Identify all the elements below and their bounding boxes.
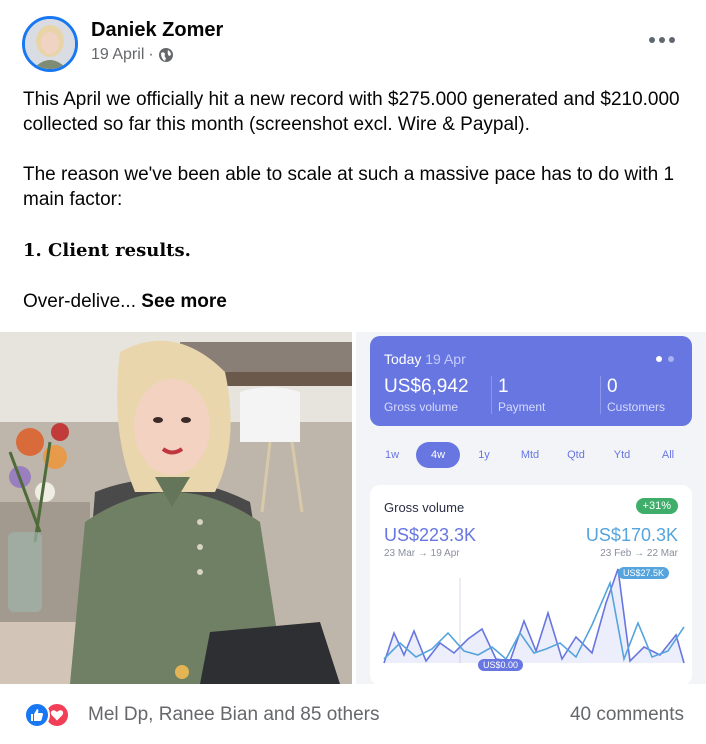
previous-value: US$170.3K (585, 525, 678, 545)
previous-range: 23 Feb → 22 Mar (600, 548, 678, 559)
range-4w[interactable]: 4w (416, 442, 460, 468)
stat-value: US$6,942 (384, 376, 469, 397)
current-period: US$223.3K 23 Mar → 19 Apr (384, 525, 476, 559)
reaction-names[interactable]: Mel Dp, Ranee Bian and 85 others (88, 704, 380, 726)
post-header: Daniek Zomer 19 April · (0, 0, 706, 80)
author-name[interactable]: Daniek Zomer (91, 19, 223, 42)
post-paragraph-2: The reason we've been able to scale at s… (23, 164, 675, 210)
stripe-dashboard-image[interactable]: Today 19 Apr US$6,942 Gross volume 1 Pay… (356, 332, 706, 684)
peak-label: US$27.5K (618, 567, 670, 579)
stat-label: Payment (498, 400, 546, 414)
more-options-icon[interactable] (648, 32, 676, 48)
comments-count[interactable]: 40 comments (570, 704, 684, 726)
today-text: Today (384, 351, 422, 367)
range-mtd[interactable]: Mtd (508, 442, 552, 468)
pager-dots (656, 356, 674, 362)
range-1w[interactable]: 1w (370, 442, 414, 468)
previous-period: US$170.3K 23 Feb → 22 Mar (586, 525, 678, 559)
post-date[interactable]: 19 April (91, 46, 144, 64)
stat-gross-volume: US$6,942 Gross volume (384, 376, 469, 414)
author-avatar[interactable] (22, 16, 78, 72)
like-icon (24, 702, 50, 728)
stat-label: Customers (607, 400, 666, 414)
post-paragraph-3: 1. Client results. (23, 240, 191, 261)
stat-label: Gross volume (384, 400, 459, 414)
stat-payment: 1 Payment (491, 376, 545, 414)
post-paragraph-4: Over-delive... See more (23, 289, 227, 314)
range-all[interactable]: All (646, 442, 690, 468)
post-paragraph-1: This April we officially hit a new recor… (23, 89, 680, 135)
stat-value: 0 (607, 376, 618, 397)
today-card: Today 19 Apr US$6,942 Gross volume 1 Pay… (370, 336, 692, 426)
today-label: Today 19 Apr (384, 351, 466, 367)
meta-separator: · (148, 46, 154, 63)
post-footer: Mel Dp, Ranee Bian and 85 others 40 comm… (0, 684, 706, 744)
range-1y[interactable]: 1y (462, 442, 506, 468)
current-range: 23 Mar → 19 Apr (384, 548, 460, 559)
range-selector: 1w 4w 1y Mtd Qtd Ytd All (370, 442, 692, 468)
stat-customers: 0 Customers (600, 376, 665, 414)
gross-volume-title: Gross volume (384, 500, 465, 515)
post-photo[interactable] (0, 332, 352, 684)
gross-volume-sparkline (383, 568, 685, 664)
range-qtd[interactable]: Qtd (554, 442, 598, 468)
range-ytd[interactable]: Ytd (600, 442, 644, 468)
today-date: 19 Apr (425, 351, 466, 367)
truncated-text: Over-delive... (23, 291, 136, 312)
stat-value: 1 (498, 376, 509, 397)
zero-label: US$0.00 (478, 659, 524, 671)
see-more-link[interactable]: See more (141, 291, 227, 312)
globe-icon (158, 47, 174, 63)
change-badge: +31% (635, 498, 678, 514)
current-area (384, 569, 684, 663)
current-value: US$223.3K (384, 525, 477, 545)
gross-volume-card: Gross volume +31% US$223.3K 23 Mar → 19 … (370, 485, 692, 684)
post-meta: 19 April · (91, 46, 174, 64)
reactions[interactable] (24, 702, 70, 728)
